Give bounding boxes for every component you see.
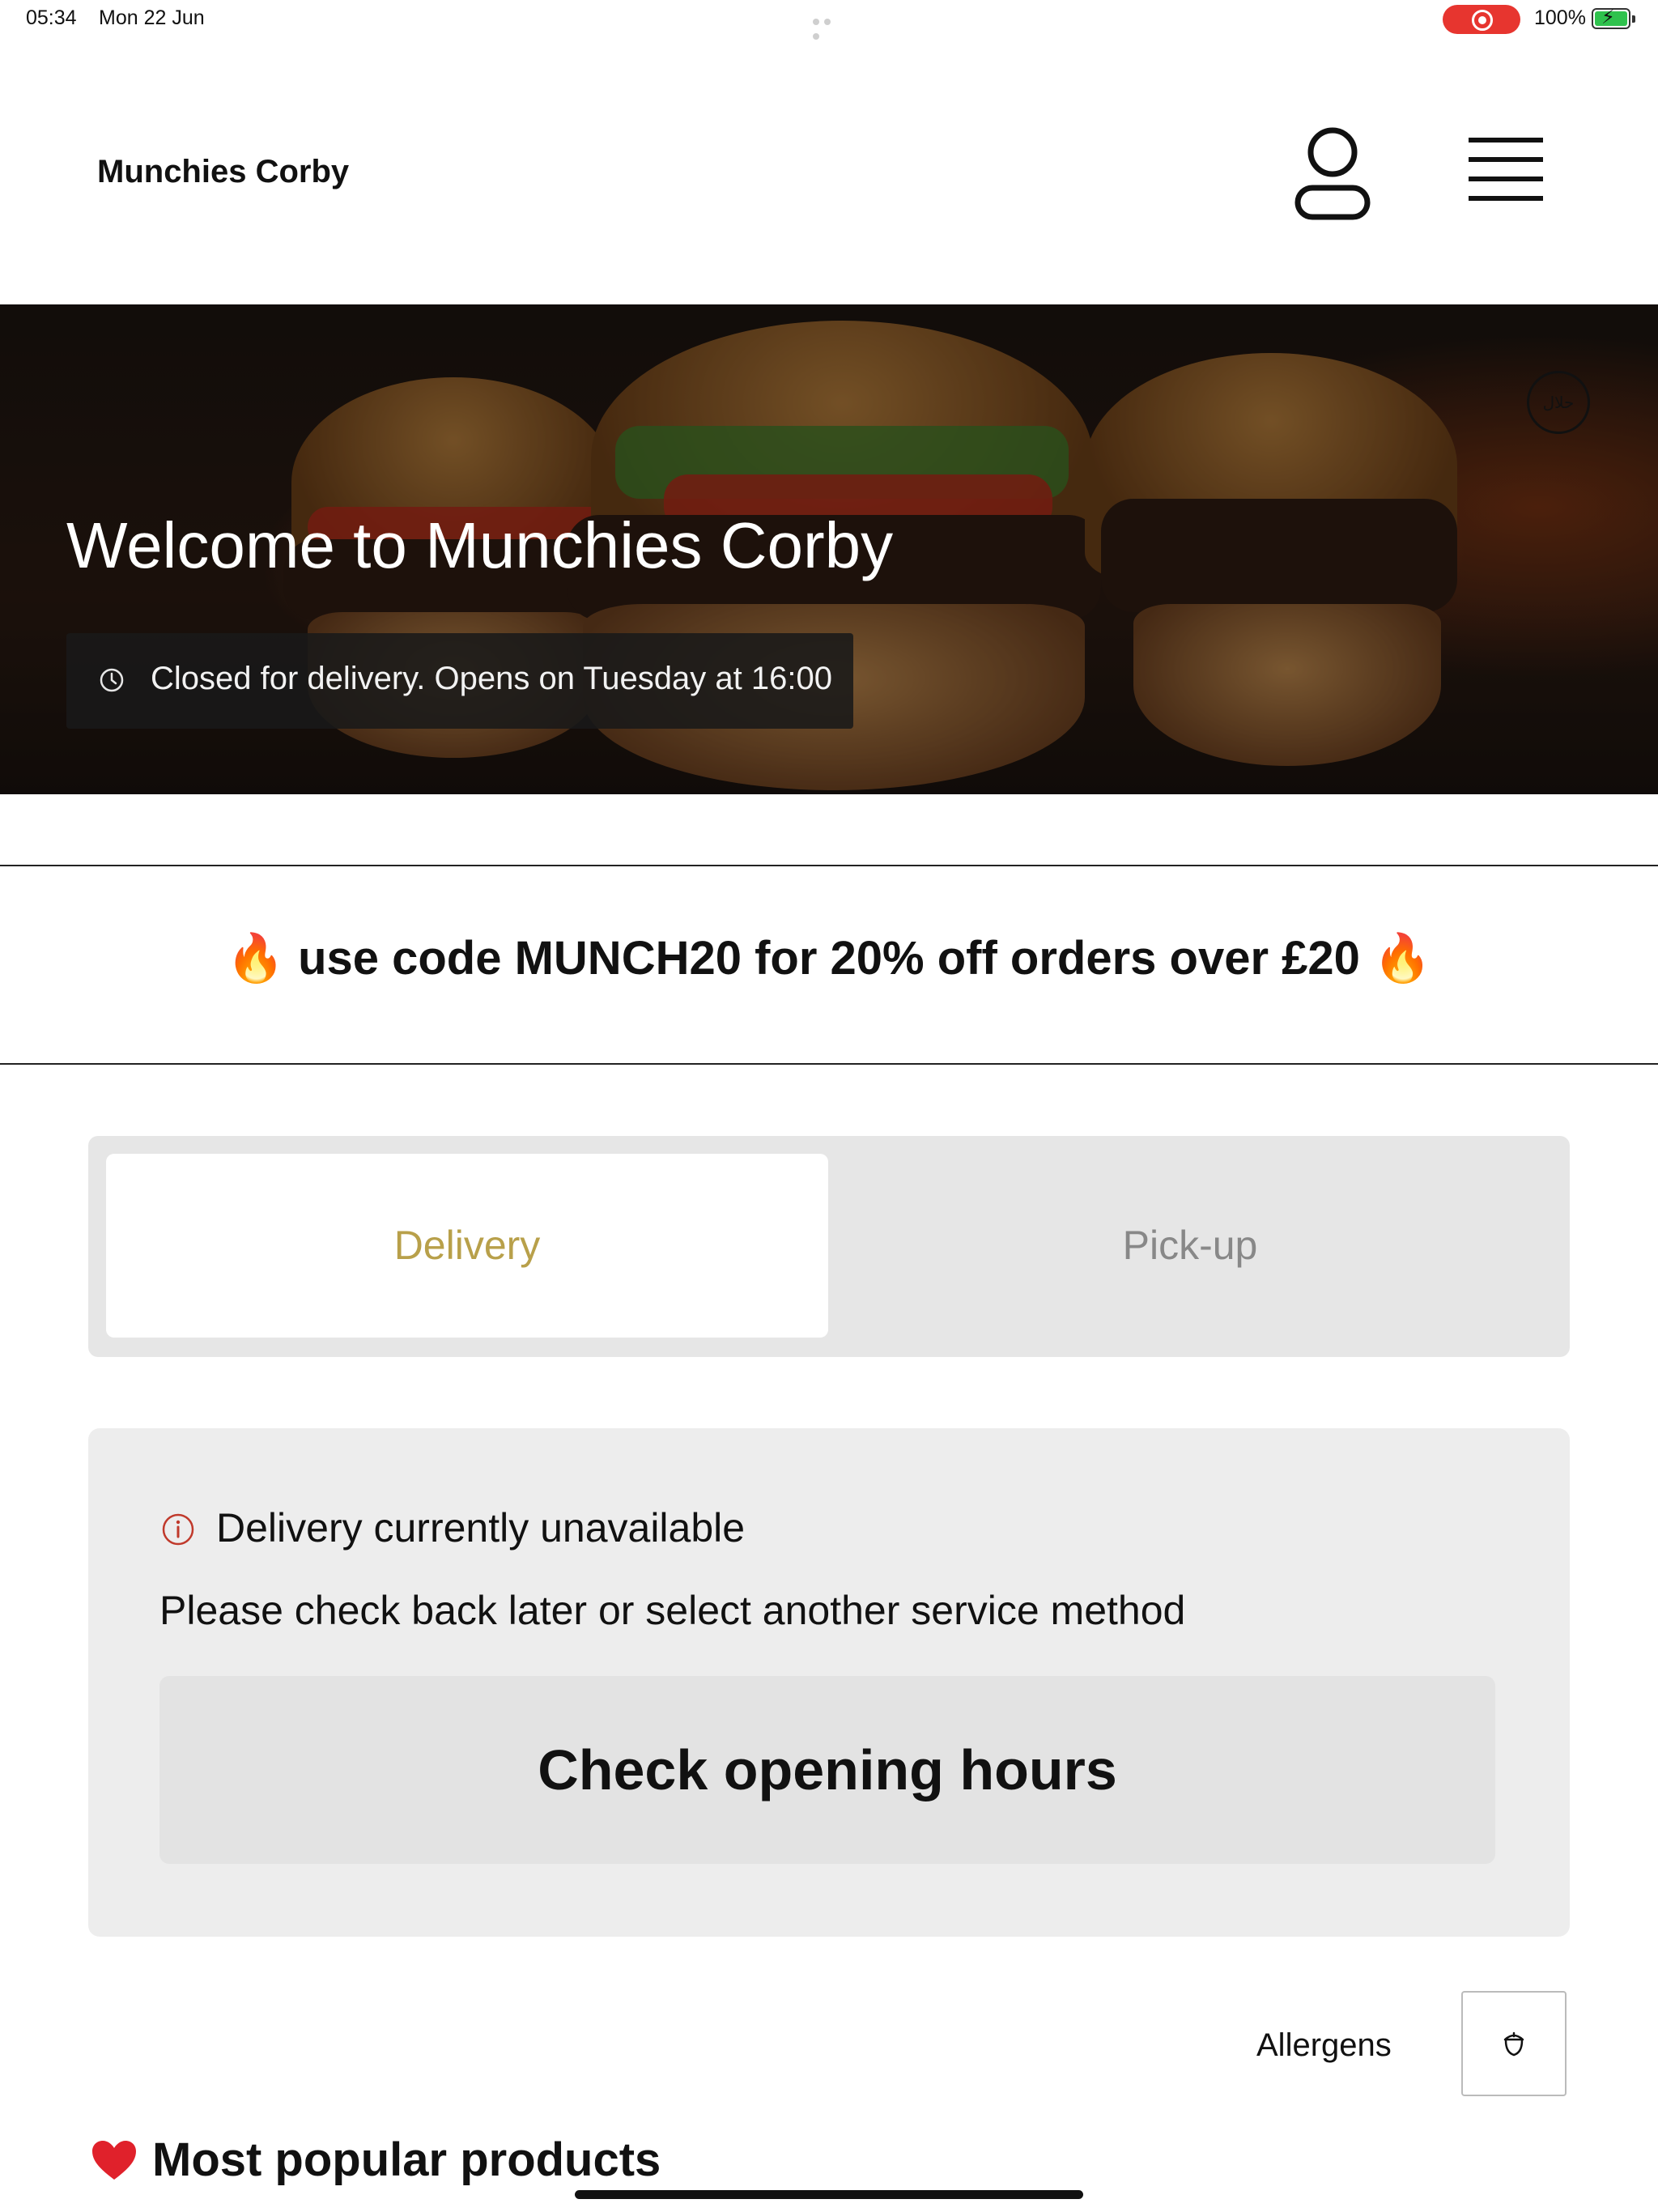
check-opening-hours-button[interactable]: Check opening hours xyxy=(159,1676,1495,1864)
home-indicator[interactable] xyxy=(575,2190,1083,2199)
account-button[interactable] xyxy=(1292,125,1373,222)
battery-percentage: 100% xyxy=(1534,6,1586,29)
halal-badge-icon: حلال xyxy=(1527,371,1590,434)
popular-products-heading: Most popular products xyxy=(152,2133,661,2186)
promo-divider xyxy=(0,865,1658,866)
tab-pickup[interactable]: Pick-up xyxy=(828,1154,1552,1338)
clock-icon xyxy=(100,668,124,692)
user-icon xyxy=(1295,127,1371,220)
allergens-button[interactable] xyxy=(1461,1991,1567,2096)
heart-icon xyxy=(92,2141,136,2180)
delivery-unavailable-card: Delivery currently unavailable Please ch… xyxy=(88,1428,1570,1937)
acorn-icon xyxy=(1503,2031,1524,2057)
info-icon xyxy=(162,1513,194,1546)
hero-title: Welcome to Munchies Corby xyxy=(66,509,894,581)
allergens-label[interactable]: Allergens xyxy=(1256,2027,1392,2064)
menu-line xyxy=(1469,196,1543,201)
battery-icon: ⚡ xyxy=(1592,7,1630,29)
multitasking-dots-icon[interactable] xyxy=(813,15,845,40)
opening-status-banner: Closed for delivery. Opens on Tuesday at… xyxy=(66,633,853,729)
promo-text: 🔥 use code MUNCH20 for 20% off orders ov… xyxy=(226,932,1432,985)
brand-name[interactable]: Munchies Corby xyxy=(97,154,349,190)
screen-recording-indicator[interactable] xyxy=(1443,5,1520,34)
menu-line xyxy=(1469,157,1543,162)
unavailable-description: Please check back later or select anothe… xyxy=(159,1588,1186,1633)
tab-delivery[interactable]: Delivery xyxy=(106,1154,828,1338)
promo-divider xyxy=(0,1063,1658,1065)
unavailable-title: Delivery currently unavailable xyxy=(216,1505,746,1551)
menu-line xyxy=(1469,138,1543,143)
status-time: 05:34 xyxy=(26,6,77,29)
opening-status-text: Closed for delivery. Opens on Tuesday at… xyxy=(151,661,832,696)
menu-line xyxy=(1469,177,1543,181)
battery-cap xyxy=(1632,15,1635,23)
status-date: Mon 22 Jun xyxy=(99,6,205,29)
service-method-toggle: Delivery Pick-up xyxy=(88,1136,1570,1357)
hamburger-menu-button[interactable] xyxy=(1464,133,1548,211)
